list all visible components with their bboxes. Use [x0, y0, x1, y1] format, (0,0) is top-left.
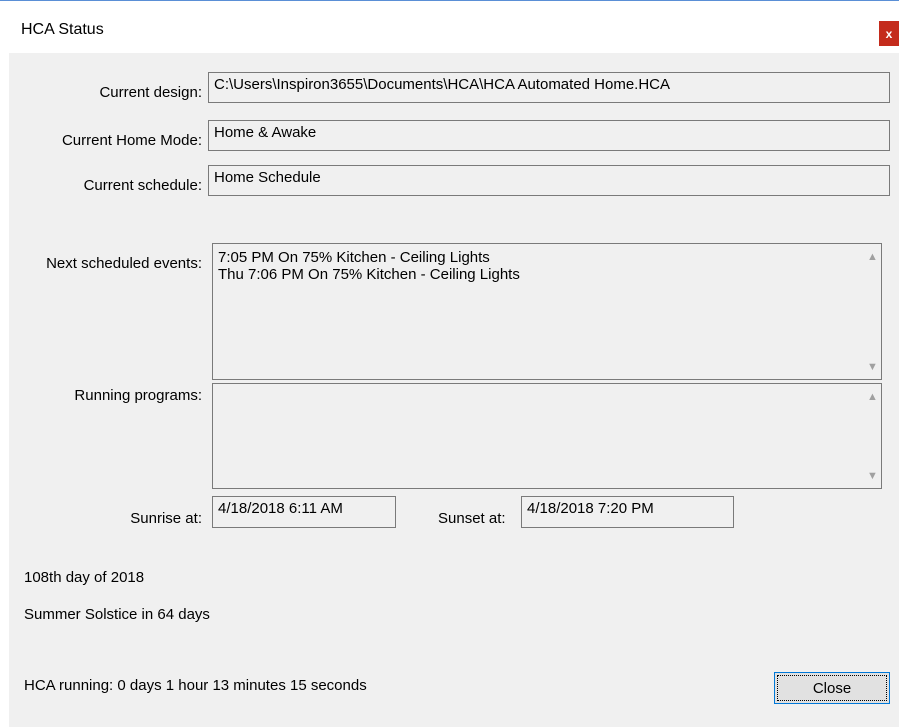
title-bar[interactable]: HCA Status x	[0, 1, 899, 53]
window-title: HCA Status	[21, 21, 104, 38]
day-of-year-text: 108th day of 2018	[24, 569, 145, 586]
scroll-down-icon[interactable]: ▼	[864, 358, 881, 375]
current-schedule-field[interactable]: Home Schedule	[208, 165, 890, 196]
list-item[interactable]: Thu 7:06 PM On 75% Kitchen - Ceiling Lig…	[218, 266, 876, 283]
close-button[interactable]: Close	[774, 672, 890, 704]
current-home-mode-field[interactable]: Home & Awake	[208, 120, 890, 151]
scroll-up-icon[interactable]: ▲	[864, 388, 881, 405]
sunrise-label: Sunrise at:	[130, 510, 202, 527]
window-close-icon[interactable]: x	[879, 21, 899, 46]
next-scheduled-events-list[interactable]: 7:05 PM On 75% Kitchen - Ceiling Lights …	[212, 243, 882, 380]
running-time-text: HCA running: 0 days 1 hour 13 minutes 15…	[24, 677, 367, 694]
scroll-up-icon[interactable]: ▲	[864, 248, 881, 265]
current-design-field[interactable]: C:\Users\Inspiron3655\Documents\HCA\HCA …	[208, 72, 890, 103]
running-programs-label: Running programs:	[74, 387, 202, 404]
scroll-down-icon[interactable]: ▼	[864, 467, 881, 484]
running-programs-list[interactable]: ▲ ▼	[212, 383, 882, 489]
events-scrollbar[interactable]: ▲ ▼	[864, 244, 881, 379]
sunset-label: Sunset at:	[438, 510, 506, 527]
next-scheduled-events-label: Next scheduled events:	[46, 255, 202, 272]
solstice-text: Summer Solstice in 64 days	[24, 606, 210, 623]
sunrise-field[interactable]: 4/18/2018 6:11 AM	[212, 496, 396, 528]
client-area: Current design: C:\Users\Inspiron3655\Do…	[9, 53, 899, 727]
current-schedule-label: Current schedule:	[83, 177, 202, 194]
current-home-mode-label: Current Home Mode:	[61, 132, 202, 149]
hca-status-window: HCA Status x Current design: C:\Users\In…	[0, 0, 899, 727]
list-item[interactable]: 7:05 PM On 75% Kitchen - Ceiling Lights	[218, 249, 876, 266]
sunset-field[interactable]: 4/18/2018 7:20 PM	[521, 496, 734, 528]
current-design-label: Current design:	[99, 84, 202, 101]
programs-scrollbar[interactable]: ▲ ▼	[864, 384, 881, 488]
